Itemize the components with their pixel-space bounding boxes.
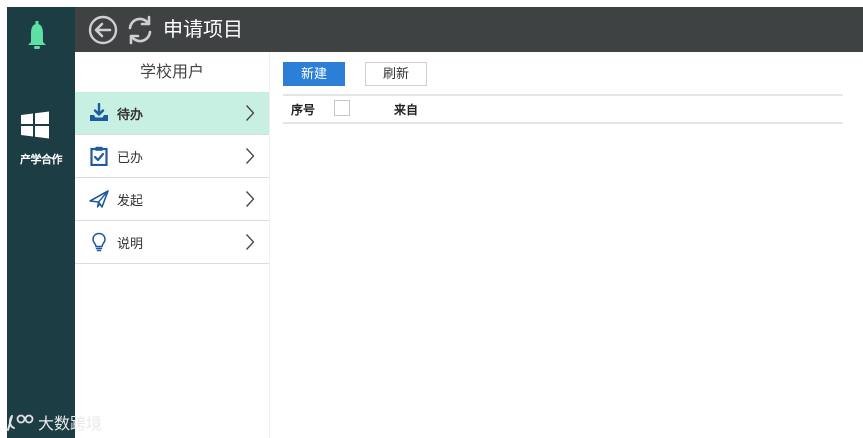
sidebar-item-label: 说明 <box>117 236 144 252</box>
sidebar-item-initiate[interactable]: 发起 <box>75 178 269 221</box>
clipboard-check-icon <box>90 146 108 166</box>
select-all-checkbox[interactable] <box>334 100 350 116</box>
title-bar: 申请项目 <box>75 7 863 52</box>
app-window: 产学合作 申请项目 学校用户 待办 已办 发起 说明 新建 刷新 序号 来自 <box>7 7 863 438</box>
sidebar: 学校用户 待办 已办 发起 说明 <box>75 52 270 438</box>
watermark-text: 大数跨境 <box>38 414 103 433</box>
sidebar-item-label: 发起 <box>117 193 144 209</box>
chevron-right-icon <box>246 191 255 207</box>
chevron-right-icon <box>246 234 255 250</box>
sidebar-item-done[interactable]: 已办 <box>75 135 269 178</box>
left-rail: 产学合作 <box>7 7 75 438</box>
new-button[interactable]: 新建 <box>283 62 345 86</box>
sidebar-header: 学校用户 <box>139 62 204 81</box>
lightbulb-icon <box>92 232 106 252</box>
download-tray-icon <box>90 103 108 121</box>
rail-app-label[interactable]: 产学合作 <box>7 151 75 167</box>
page-title: 申请项目 <box>163 17 243 41</box>
sidebar-item-label: 待办 <box>117 107 144 123</box>
refresh-button[interactable]: 刷新 <box>365 62 427 86</box>
watermark-logo-icon <box>7 414 34 431</box>
sidebar-item-todo[interactable]: 待办 <box>75 92 269 135</box>
windows-icon[interactable] <box>21 111 49 139</box>
sidebar-item-help[interactable]: 说明 <box>75 221 269 264</box>
table-header: 序号 来自 <box>283 94 843 124</box>
refresh-icon[interactable] <box>125 15 155 45</box>
column-header-from: 来自 <box>394 103 419 117</box>
column-header-seq: 序号 <box>291 103 316 117</box>
watermark: 大数跨境 <box>6 410 102 434</box>
chevron-right-icon <box>246 148 255 164</box>
sidebar-item-label: 已办 <box>117 150 144 166</box>
chevron-right-icon <box>246 105 255 121</box>
bell-icon[interactable] <box>26 21 48 51</box>
back-arrow-icon[interactable] <box>88 15 118 45</box>
paper-plane-icon <box>89 190 109 208</box>
